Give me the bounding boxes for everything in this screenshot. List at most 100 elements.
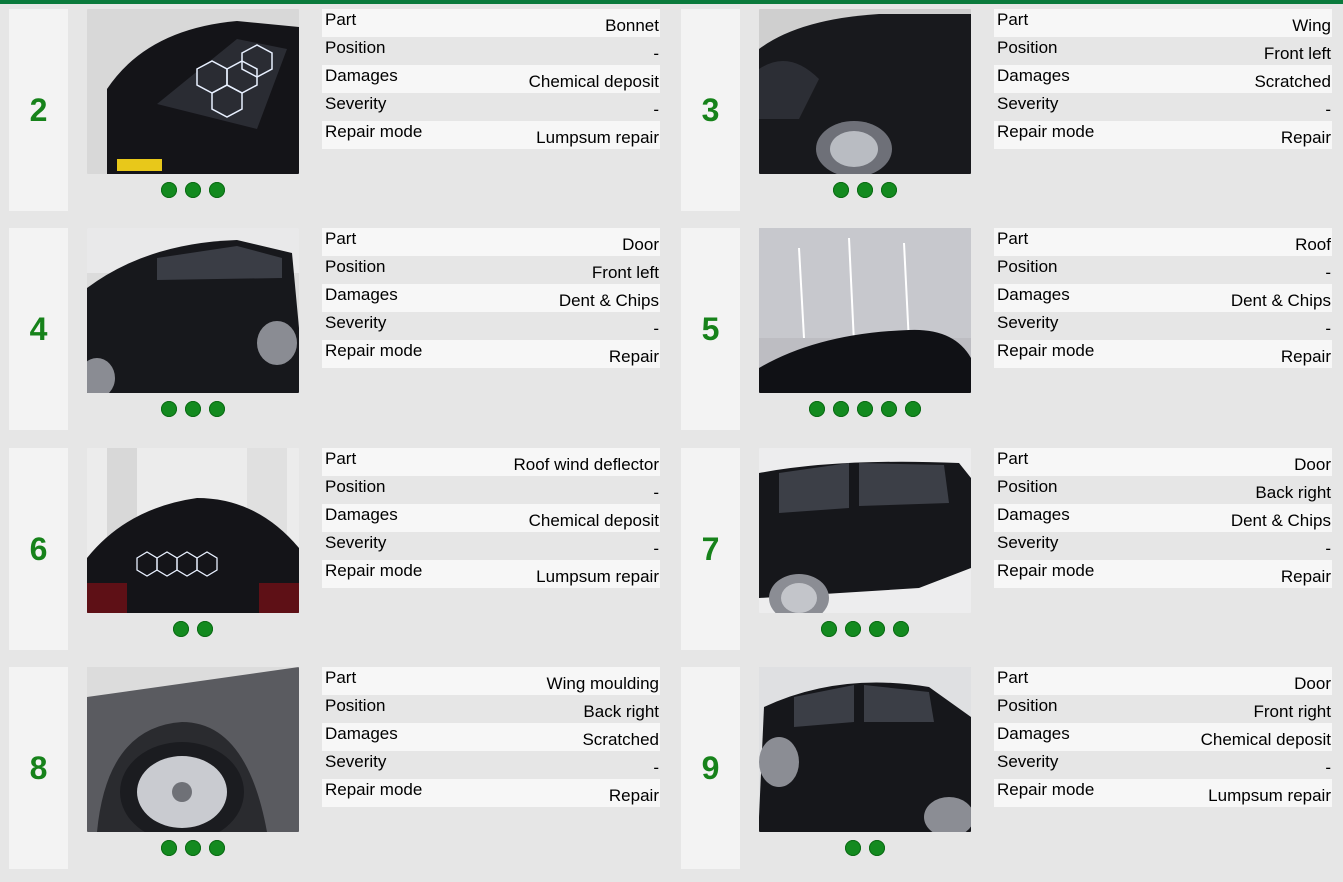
position-row: Position Front left	[322, 256, 660, 284]
photo-dot[interactable]	[845, 840, 861, 856]
photo-dot[interactable]	[833, 182, 849, 198]
photo-dot[interactable]	[197, 621, 213, 637]
photo-dot[interactable]	[881, 401, 897, 417]
damages-label: Damages	[997, 66, 1070, 85]
repair-mode-row: Repair mode Lumpsum repair	[994, 779, 1332, 807]
severity-row: Severity -	[994, 532, 1332, 560]
photo-dot[interactable]	[209, 401, 225, 417]
photo-dot[interactable]	[905, 401, 921, 417]
photo-dot[interactable]	[893, 621, 909, 637]
photo-dot[interactable]	[857, 401, 873, 417]
photo-dot[interactable]	[173, 621, 189, 637]
position-label: Position	[997, 477, 1058, 496]
photo-dot[interactable]	[209, 840, 225, 856]
photo-dot[interactable]	[845, 621, 861, 637]
car-side-photo	[759, 667, 971, 832]
severity-label: Severity	[325, 752, 387, 771]
damage-photo[interactable]	[759, 667, 971, 832]
severity-row: Severity -	[994, 751, 1332, 779]
severity-row: Severity -	[994, 312, 1332, 340]
severity-label: Severity	[997, 94, 1059, 113]
damage-photo[interactable]	[759, 9, 971, 174]
damage-photo[interactable]	[87, 667, 299, 832]
photo-dot[interactable]	[209, 182, 225, 198]
photo-dot[interactable]	[869, 840, 885, 856]
repair-mode-value: Repair	[1280, 347, 1331, 366]
damages-row: Damages Chemical deposit	[322, 65, 660, 93]
photo-pagination-dots	[87, 401, 299, 423]
photo-pagination-dots	[759, 182, 971, 204]
severity-label: Severity	[325, 94, 387, 113]
damages-value: Dent & Chips	[1230, 291, 1331, 310]
position-value: -	[1325, 263, 1331, 282]
position-row: Position -	[322, 37, 660, 65]
repair-mode-value: Lumpsum repair	[536, 128, 659, 147]
position-row: Position Back right	[322, 695, 660, 723]
damages-label: Damages	[325, 66, 398, 85]
accent-top-bar	[0, 0, 1343, 4]
damage-details-table: Part Roof Position - Damages Dent & Chips S…	[994, 228, 1332, 368]
photo-pagination-dots	[759, 840, 971, 862]
repair-mode-row: Repair mode Lumpsum repair	[322, 560, 660, 588]
part-row: Part Wing moulding	[322, 667, 660, 695]
part-label: Part	[325, 10, 357, 29]
photo-dot[interactable]	[857, 182, 873, 198]
photo-dot[interactable]	[821, 621, 837, 637]
photo-dot[interactable]	[185, 401, 201, 417]
damages-value: Scratched	[1254, 72, 1331, 91]
photo-dot[interactable]	[869, 621, 885, 637]
photo-dot[interactable]	[161, 401, 177, 417]
severity-value: -	[653, 539, 659, 558]
damages-row: Damages Dent & Chips	[994, 284, 1332, 312]
car-rear-photo	[87, 448, 299, 613]
photo-pagination-dots	[87, 840, 299, 862]
photo-dot[interactable]	[809, 401, 825, 417]
damages-value: Chemical deposit	[528, 511, 659, 530]
part-value: Bonnet	[605, 16, 659, 35]
repair-mode-value: Lumpsum repair	[1208, 786, 1331, 805]
photo-dot[interactable]	[161, 182, 177, 198]
damages-value: Chemical deposit	[528, 72, 659, 91]
damage-photo[interactable]	[759, 448, 971, 613]
damage-number: 9	[681, 667, 740, 869]
damages-label: Damages	[325, 724, 398, 743]
part-row: Part Door	[994, 448, 1332, 476]
severity-row: Severity -	[994, 93, 1332, 121]
part-value: Door	[622, 235, 659, 254]
damage-details-table: Part Door Position Front right Damages Chem…	[994, 667, 1332, 807]
damage-photo[interactable]	[87, 448, 299, 613]
repair-mode-label: Repair mode	[997, 122, 1095, 141]
severity-value: -	[1325, 758, 1331, 777]
damage-details-table: Part Wing Position Front left Damages Scrat…	[994, 9, 1332, 149]
repair-mode-row: Repair mode Repair	[994, 340, 1332, 368]
photo-dot[interactable]	[185, 840, 201, 856]
position-label: Position	[325, 696, 386, 715]
damage-photo[interactable]	[87, 9, 299, 174]
photo-dot[interactable]	[833, 401, 849, 417]
part-row: Part Door	[994, 667, 1332, 695]
damage-number: 5	[681, 228, 740, 430]
repair-mode-label: Repair mode	[325, 122, 423, 141]
part-value: Roof wind deflector	[513, 455, 659, 474]
part-label: Part	[325, 229, 357, 248]
damage-photo[interactable]	[87, 228, 299, 393]
photo-dot[interactable]	[185, 182, 201, 198]
damage-number: 8	[9, 667, 68, 869]
part-label: Part	[325, 449, 357, 468]
position-value: Front left	[1263, 44, 1331, 63]
part-label: Part	[997, 668, 1029, 687]
repair-mode-label: Repair mode	[997, 561, 1095, 580]
position-label: Position	[997, 696, 1058, 715]
damage-number: 3	[681, 9, 740, 211]
position-value: -	[653, 483, 659, 502]
photo-dot[interactable]	[161, 840, 177, 856]
position-row: Position Back right	[994, 476, 1332, 504]
damage-card: 6 Part Roof wind deflector Position - Dama…	[9, 448, 671, 654]
photo-dot[interactable]	[881, 182, 897, 198]
part-label: Part	[325, 668, 357, 687]
severity-row: Severity -	[322, 312, 660, 340]
damages-value: Chemical deposit	[1200, 730, 1331, 749]
car-front-wing-photo	[759, 9, 971, 174]
damage-photo[interactable]	[759, 228, 971, 393]
damages-row: Damages Dent & Chips	[994, 504, 1332, 532]
